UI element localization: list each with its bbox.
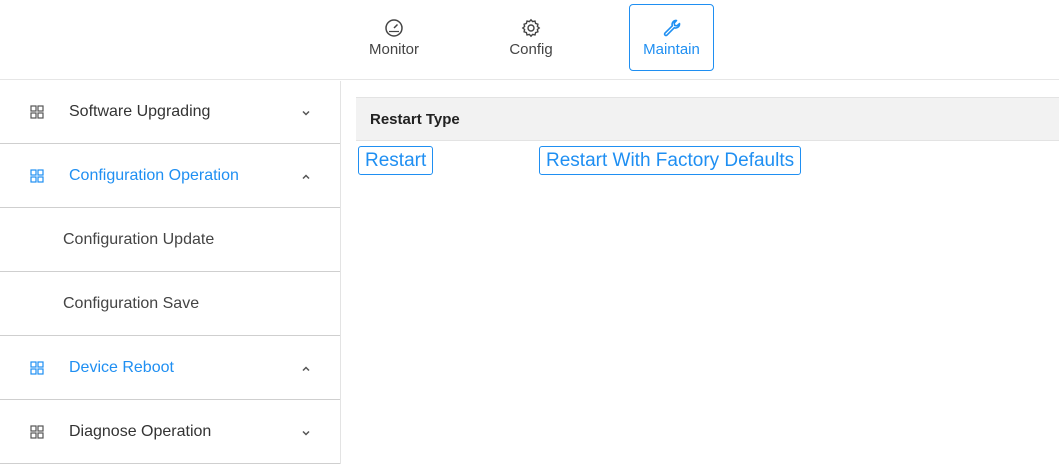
top-navigation: Monitor Config Maintain	[0, 0, 1059, 80]
main-content: Restart Type Restart Restart With Factor…	[341, 81, 1059, 464]
sidebar-subitem-configuration-save[interactable]: Configuration Save	[0, 272, 340, 336]
chevron-down-icon	[300, 427, 312, 439]
sidebar-item-configuration-operation[interactable]: Configuration Operation	[0, 144, 340, 208]
sidebar-item-label: Software Upgrading	[69, 103, 211, 120]
restart-factory-defaults-button[interactable]: Restart With Factory Defaults	[539, 146, 802, 175]
sidebar-item-label: Diagnose Operation	[69, 422, 212, 440]
sidebar-subitem-label: Configuration Update	[63, 230, 215, 248]
sidebar-item-software-upgrading[interactable]: Software Upgrading	[0, 81, 340, 144]
gauge-icon	[383, 17, 405, 39]
chevron-up-icon	[300, 363, 312, 375]
nav-config[interactable]: Config	[495, 4, 567, 71]
sidebar-item-device-reboot[interactable]: Device Reboot	[0, 336, 340, 400]
restart-type-header: Restart Type	[356, 97, 1059, 141]
nav-config-label: Config	[509, 41, 553, 58]
nav-monitor-label: Monitor	[368, 41, 420, 58]
nav-maintain[interactable]: Maintain	[629, 4, 714, 71]
sidebar-item-label: Configuration Operation	[69, 166, 239, 184]
chevron-up-icon	[300, 171, 312, 183]
sidebar-subitem-configuration-update[interactable]: Configuration Update	[0, 208, 340, 272]
wrench-icon	[661, 17, 683, 39]
sidebar-item-diagnose-operation[interactable]: Diagnose Operation	[0, 400, 340, 464]
chevron-down-icon	[300, 107, 312, 119]
grid-icon	[30, 424, 44, 439]
grid-icon	[30, 105, 44, 119]
grid-icon	[30, 168, 44, 183]
gear-icon	[520, 17, 542, 39]
nav-maintain-label: Maintain	[643, 41, 700, 58]
restart-button[interactable]: Restart	[358, 146, 434, 175]
sidebar: Software Upgrading Configuration Operati…	[0, 81, 341, 464]
sidebar-subitem-label: Configuration Save	[63, 294, 200, 312]
nav-monitor[interactable]: Monitor	[358, 4, 430, 71]
grid-icon	[30, 360, 44, 375]
sidebar-item-label: Device Reboot	[69, 358, 174, 376]
